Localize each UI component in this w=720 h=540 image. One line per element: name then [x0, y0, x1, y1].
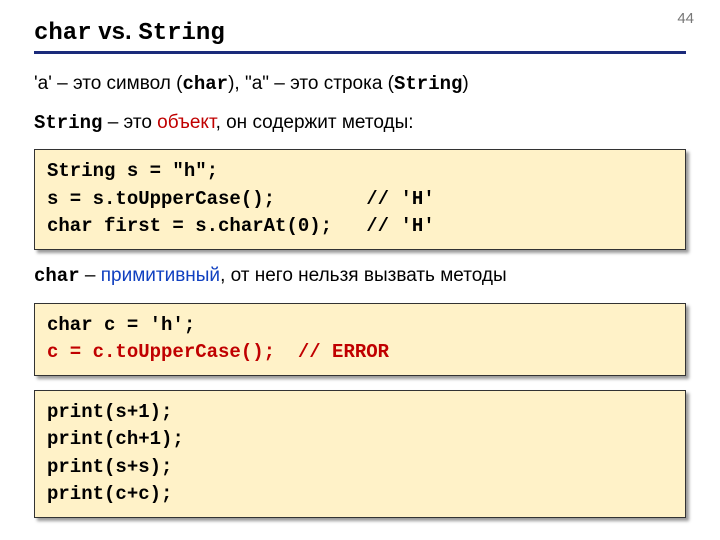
l1c: ), "a" – это строка (: [228, 73, 394, 94]
code-char-error: char c = 'h'; c = c.toUpperCase(); // ER…: [34, 303, 686, 376]
l1d: String: [394, 73, 462, 95]
line-char-vs-string: 'a' – это символ (char), "a" – это строк…: [34, 72, 686, 97]
l1a: 'a' – это символ (: [34, 73, 182, 94]
code-print-examples: print(s+1); print(ch+1); print(s+s); pri…: [34, 390, 686, 518]
line-char-primitive: char – примитивный, от него нельзя вызва…: [34, 264, 686, 289]
l3b: –: [80, 265, 101, 286]
title-vs: vs.: [92, 18, 139, 45]
page-number: 44: [677, 10, 694, 27]
l2c: объект: [157, 112, 215, 133]
l3c: примитивный: [101, 265, 220, 286]
l2a: String: [34, 112, 102, 134]
l2d: , он содержит методы:: [216, 112, 414, 133]
slide-title: char vs. String: [34, 18, 686, 54]
line-string-is-object: String – это объект, он содержит методы:: [34, 111, 686, 136]
title-char: char: [34, 20, 92, 47]
title-string: String: [138, 20, 224, 47]
c2l2a: c = c.toUpperCase();: [47, 341, 298, 363]
l1b: char: [182, 73, 228, 95]
l3a: char: [34, 265, 80, 287]
c2l2b: // ERROR: [298, 341, 389, 363]
c2l1: char c = 'h';: [47, 314, 195, 336]
l2b: – это: [102, 112, 157, 133]
code-string-example: String s = "h"; s = s.toUpperCase(); // …: [34, 149, 686, 250]
l1e: ): [462, 73, 468, 94]
l3d: , от него нельзя вызвать методы: [220, 265, 507, 286]
